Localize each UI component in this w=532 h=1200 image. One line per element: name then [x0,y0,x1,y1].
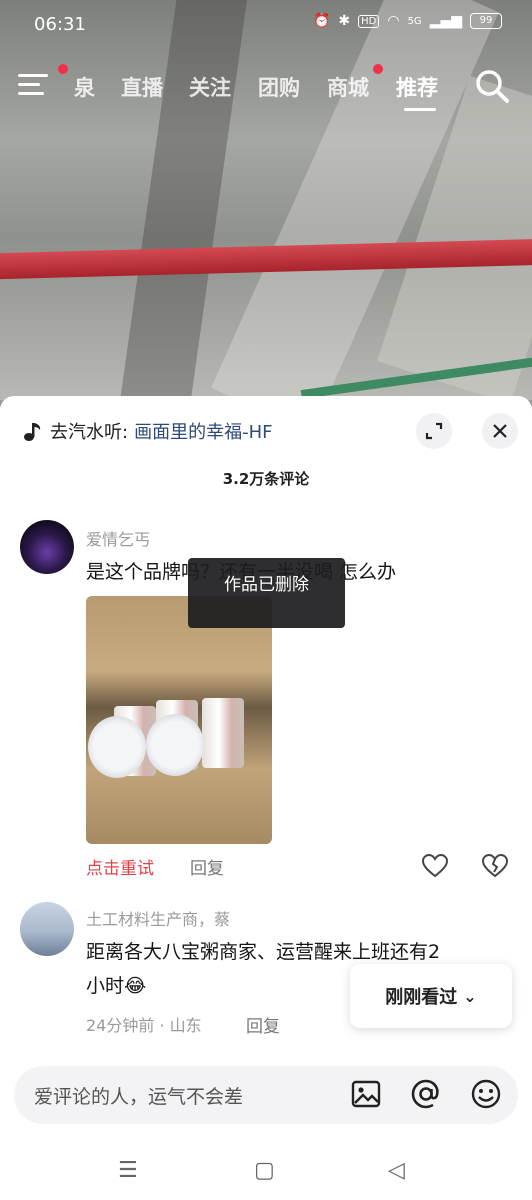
search-icon[interactable] [474,68,510,104]
comment-text-line2: 小时😂 [86,975,147,997]
system-nav-bar: ☰ ▢ ◁ [0,1148,532,1200]
music-note-icon [24,423,41,441]
heart-icon[interactable] [422,854,448,878]
comment-meta: 24分钟前 · 山东 [86,1016,202,1035]
tab-partial[interactable]: 泉 [74,72,95,102]
tab-live[interactable]: 直播 [121,72,163,102]
recents-nav-icon[interactable]: ☰ [118,1158,138,1183]
reply-button[interactable]: 回复 [190,854,224,879]
back-nav-icon[interactable]: ◁ [388,1158,405,1183]
chevron-down-icon: ⌄ [463,986,477,1006]
hd-icon: HD [358,14,380,28]
network-label: 5G [407,15,422,27]
recently-viewed-label: 刚刚看过 [385,987,458,1008]
top-nav: 泉 直播 关注 团购 商城 推荐 [0,60,532,116]
battery-icon: 99 [470,13,502,29]
alarm-icon: ⏰ [312,13,331,29]
recently-viewed-button[interactable]: 刚刚看过 ⌄ [350,964,512,1028]
can-lid [88,716,146,778]
tab-following[interactable]: 关注 [189,72,231,102]
tab-mall[interactable]: 商城 [327,72,369,102]
can-image [202,698,244,768]
expand-button[interactable] [416,413,452,449]
bluetooth-icon: ✱ [338,13,351,29]
song-name[interactable]: 画面里的幸福-HF [134,418,272,444]
notification-dot [373,64,383,74]
comment-username[interactable]: 爱情乞丐 [86,526,150,550]
retry-link[interactable]: 点击重试 [86,854,154,879]
tab-group-buy[interactable]: 团购 [258,72,300,102]
broken-heart-icon[interactable] [482,854,508,878]
music-prefix: 去汽水听: [50,422,129,443]
wifi-icon: ◠ [387,13,400,29]
comment-count-title: 3.2万条评论 [222,470,310,488]
menu-icon[interactable] [18,74,48,98]
active-tab-indicator [404,108,436,111]
can-lid [146,714,204,776]
image-icon[interactable] [350,1078,382,1110]
notification-dot [58,64,68,74]
tab-recommend[interactable]: 推荐 [396,72,438,102]
comment-image[interactable] [86,596,272,844]
status-icons: ⏰ ✱ HD ◠ 5G ▂▄▆ 99 [313,13,502,29]
deleted-toast: 作品已删除 [188,558,345,628]
comment-username[interactable]: 土工材料生产商，蔡 [86,906,230,930]
avatar[interactable] [20,520,74,574]
reply-button[interactable]: 回复 [246,1012,280,1037]
avatar[interactable] [20,902,74,956]
status-time: 06:31 [34,14,86,35]
close-icon [493,424,507,438]
home-nav-icon[interactable]: ▢ [254,1158,275,1183]
comments-sheet: 去汽水听: 画面里的幸福-HF 3.2万条评论 爱情乞丐 是这个品牌吗？还有一半… [0,396,532,1200]
expand-icon [425,422,443,440]
close-button[interactable] [482,413,518,449]
comment-input[interactable]: 爱评论的人，运气不会差 [14,1066,518,1124]
comment-input-placeholder: 爱评论的人，运气不会差 [34,1086,244,1108]
emoji-icon[interactable] [470,1078,502,1110]
signal-icon: ▂▄▆ [429,13,462,29]
status-bar: 06:31 ⏰ ✱ HD ◠ 5G ▂▄▆ 99 [0,0,532,50]
music-link[interactable]: 去汽水听: 画面里的幸福-HF [22,418,272,444]
at-icon[interactable] [410,1078,442,1110]
